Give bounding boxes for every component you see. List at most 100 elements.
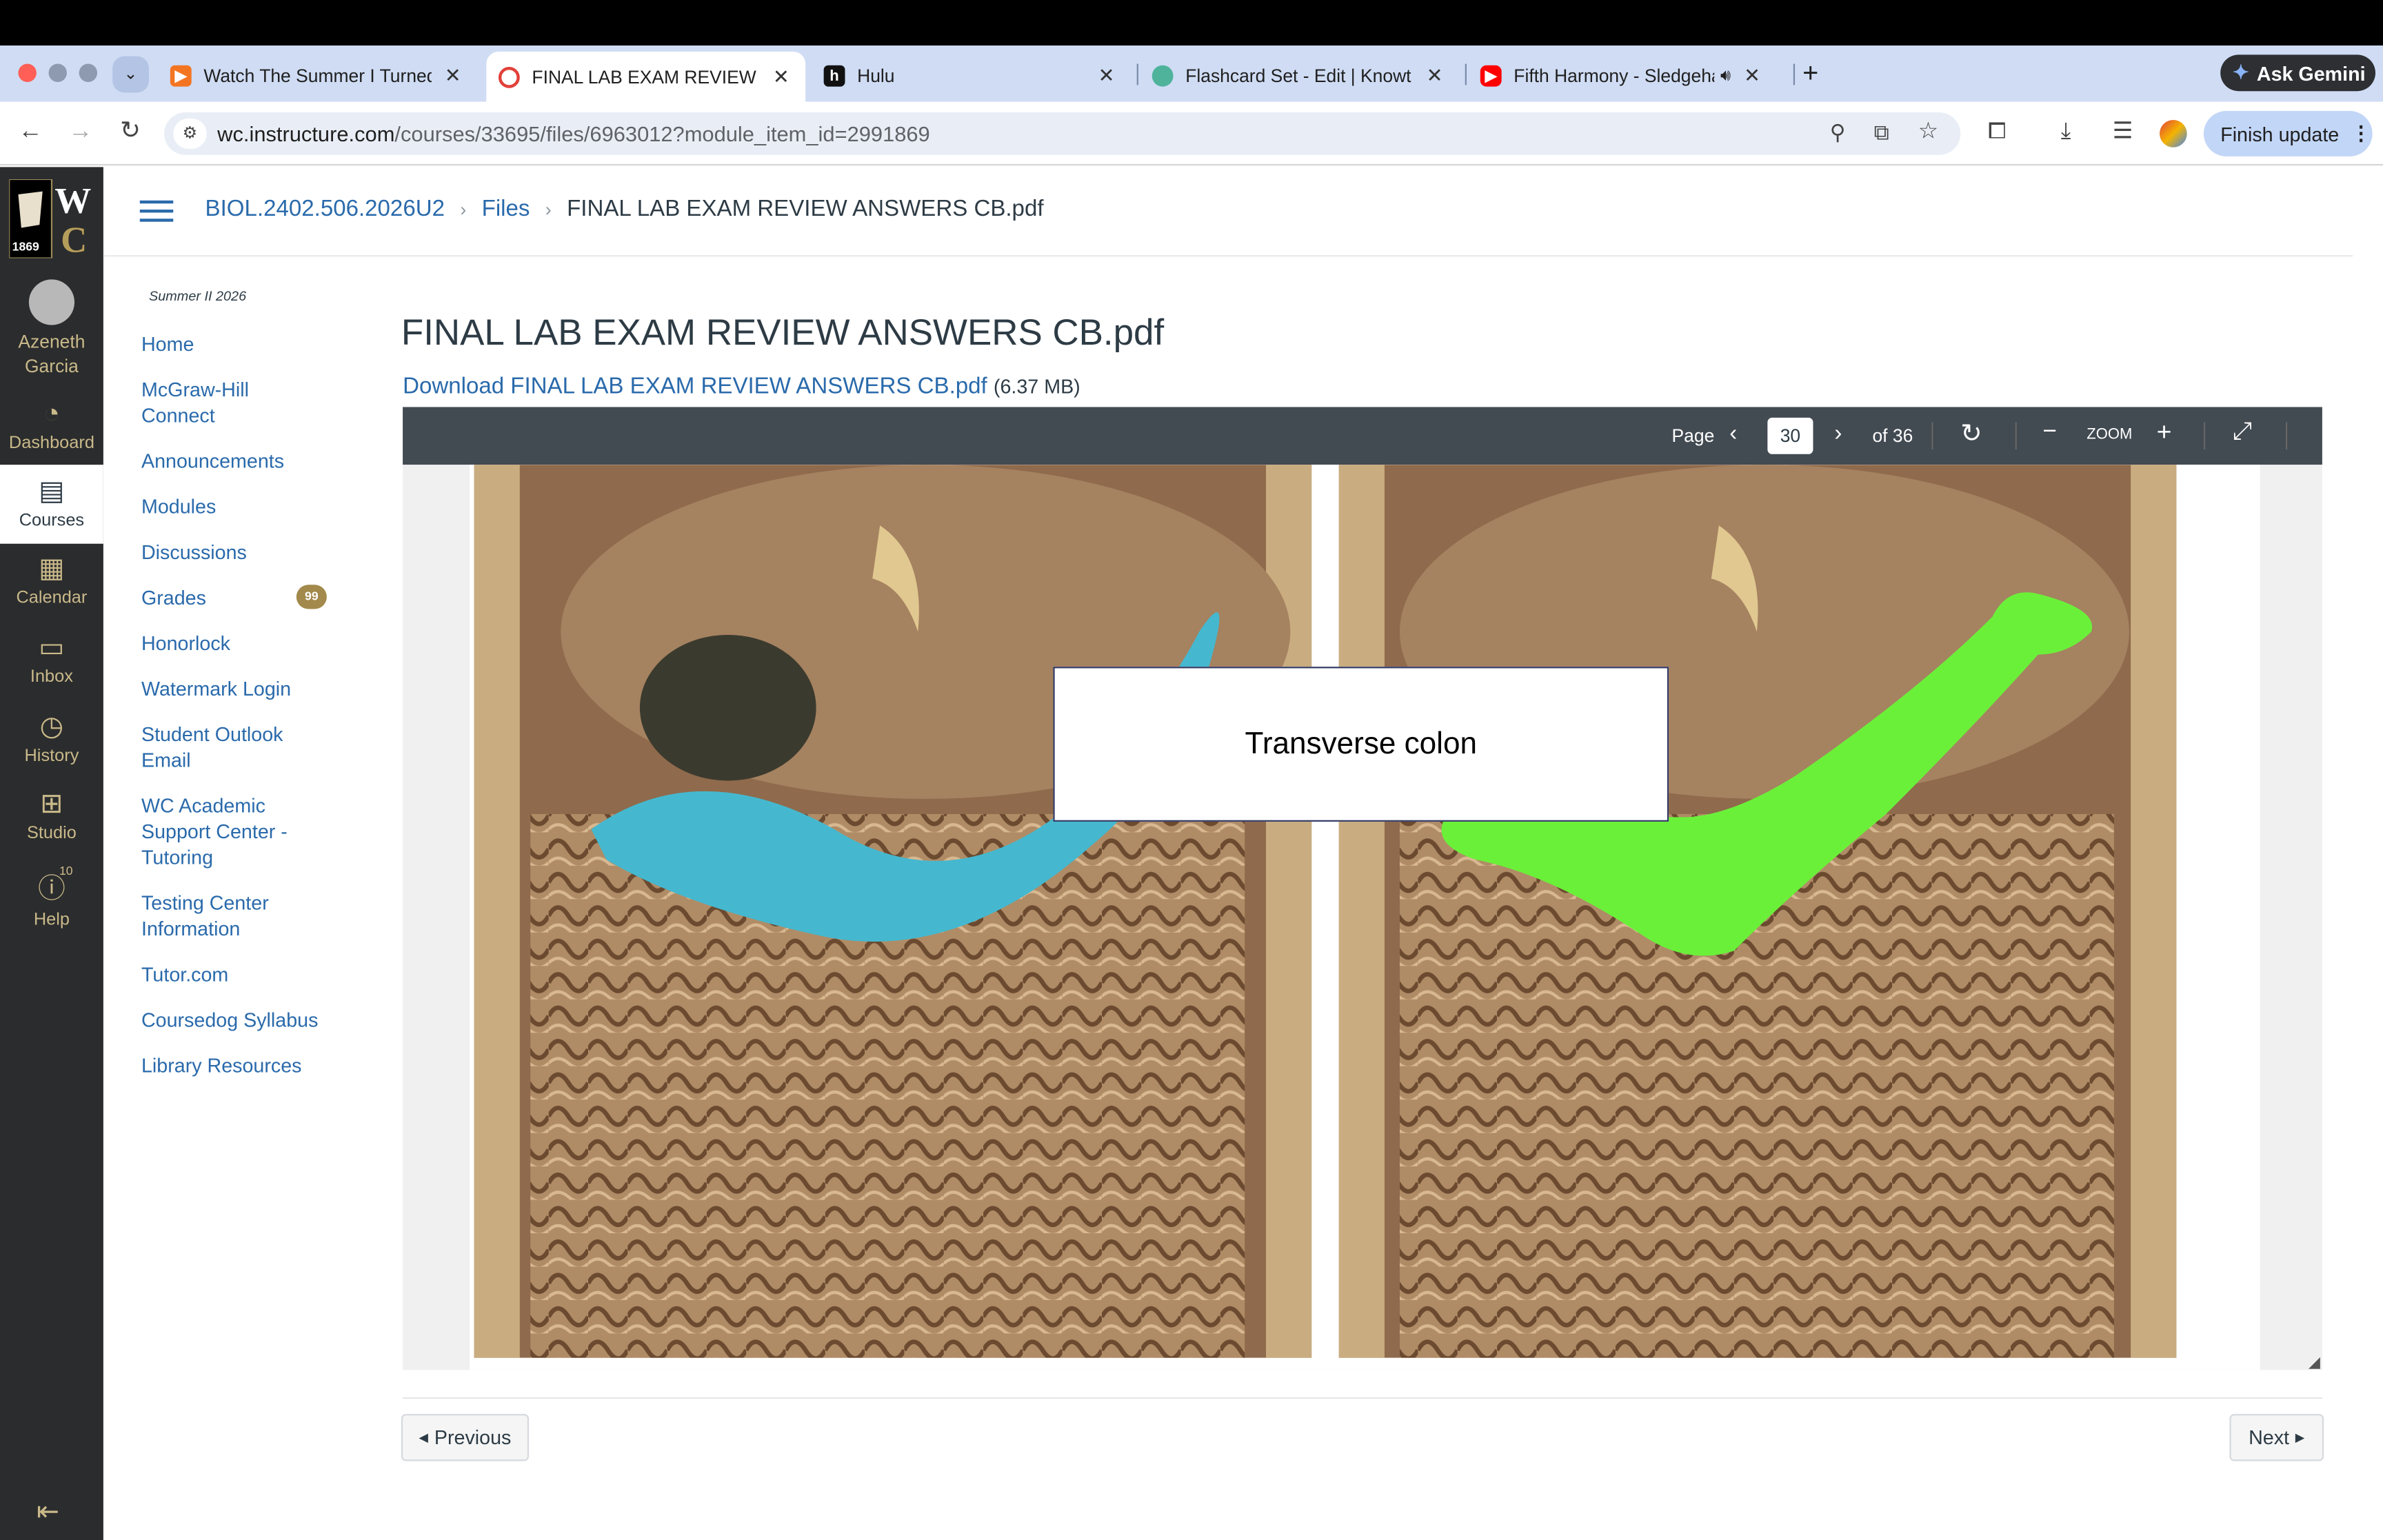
breadcrumb: BIOL.2402.506.2026U2 › Files › FINAL LAB… (205, 196, 1044, 221)
calendar-icon: ▦ (39, 552, 65, 584)
course-nav-student-outlook[interactable]: Student Outlook Email (141, 722, 293, 773)
zoom-icon[interactable]: ⚲ (1830, 121, 1846, 143)
help-nav-item[interactable]: ⓘ Help 10 (0, 864, 103, 930)
previous-button[interactable]: ◀ Previous (401, 1414, 530, 1461)
downloads-icon[interactable]: ⤓ (2061, 120, 2071, 143)
toolbar-divider (2285, 422, 2288, 450)
header-divider (103, 255, 2353, 257)
screen: ⌄ ▶ Watch The Summer I Turned Pretty ✕ F… (0, 0, 2383, 1540)
rotate-button[interactable]: ↻ (1960, 419, 1982, 449)
dashboard-nav-item[interactable]: ◔ Dashboard (0, 398, 103, 452)
pdf-viewer-toolbar: Page ‹ › of 36 ↻ − ZOOM + ⤢ (403, 407, 2322, 465)
college-logo[interactable]: W C 1869 (8, 178, 94, 261)
page-title: FINAL LAB EXAM REVIEW ANSWERS CB.pdf (401, 312, 1165, 354)
tab-youtube[interactable]: ▶ Fifth Harmony - Sledgehammer 🔊︎ ✕ (1474, 54, 1784, 97)
youtube-icon: ▶ (1480, 65, 1502, 87)
close-tab-icon[interactable]: ✕ (1740, 64, 1764, 88)
history-nav-item[interactable]: ◷ History (0, 711, 103, 765)
slide-label-text: Transverse colon (1245, 727, 1478, 760)
next-page-button[interactable]: › (1834, 421, 1842, 446)
course-nav-watermark-login[interactable]: Watermark Login (141, 676, 291, 701)
zoom-out-button[interactable]: − (2042, 419, 2057, 447)
minimize-window-button[interactable] (48, 63, 67, 82)
zoom-in-button[interactable]: + (2157, 418, 2172, 448)
chevron-right-icon: › (460, 199, 467, 221)
new-tab-button[interactable]: + (1802, 58, 1818, 90)
hulu-icon: h (823, 65, 845, 87)
course-nav-announcements[interactable]: Announcements (141, 448, 284, 474)
course-nav-discussions[interactable]: Discussions (141, 539, 247, 565)
term-label: Summer II 2026 (149, 288, 247, 304)
calendar-nav-item[interactable]: ▦ Calendar (0, 553, 103, 607)
studio-nav-item[interactable]: ⊞ Studio (0, 788, 103, 842)
course-nav-testing-center[interactable]: Testing Center Information (141, 890, 278, 942)
reading-list-icon[interactable]: ☰ (2113, 120, 2133, 143)
tab-knowt[interactable]: Flashcard Set - Edit | Knowt ✕ (1146, 54, 1456, 97)
extensions-icon[interactable]: ⧠ (1988, 120, 2006, 143)
arrow-left-icon: ← (18, 118, 43, 145)
course-nav-home[interactable]: Home (141, 331, 194, 356)
pdf-page: Transverse colon (470, 465, 2260, 1370)
course-nav-honorlock[interactable]: Honorlock (141, 630, 230, 656)
maximize-window-button[interactable] (79, 63, 98, 82)
forward-button[interactable]: → (68, 118, 93, 145)
course-nav-grades[interactable]: Grades (141, 585, 206, 610)
course-nav-tutor[interactable]: Tutor.com (141, 962, 228, 987)
ask-gemini-button[interactable]: ✦ Ask Gemini (2220, 54, 2376, 92)
page-number-input[interactable] (1767, 417, 1813, 454)
course-nav-library[interactable]: Library Resources (141, 1053, 302, 1078)
tab-hulu[interactable]: h Hulu ✕ (818, 54, 1128, 97)
breadcrumb-course[interactable]: BIOL.2402.506.2026U2 (205, 196, 445, 221)
install-app-icon[interactable]: ⧉ (1874, 121, 1889, 143)
courses-nav-item[interactable]: ▤ Courses (0, 465, 103, 544)
breadcrumb-current: FINAL LAB EXAM REVIEW ANSWERS CB.pdf (567, 196, 1044, 222)
right-dissection-image (1338, 465, 2177, 1358)
course-nav-mcgraw-hill[interactable]: McGraw-Hill Connect (141, 376, 278, 428)
tab-separator (1136, 63, 1138, 85)
finish-update-button[interactable]: Finish update ⋮ (2203, 110, 2373, 156)
course-nav-modules[interactable]: Modules (141, 494, 216, 519)
close-tab-icon[interactable]: ✕ (1422, 64, 1447, 88)
close-tab-icon[interactable]: ✕ (1094, 64, 1118, 88)
back-button[interactable]: ← (18, 118, 43, 145)
prev-page-button[interactable]: ‹ (1729, 421, 1737, 446)
anatomy-images (474, 465, 2177, 1358)
file-size: (6.37 MB) (993, 375, 1080, 398)
hamburger-menu-button[interactable] (139, 197, 174, 225)
fullscreen-button[interactable]: ⤢ (2233, 419, 2252, 447)
plus-icon: + (2156, 417, 2172, 447)
resize-handle-icon[interactable]: ◢ (2309, 1355, 2320, 1371)
expand-icon: ⤢ (2232, 419, 2253, 445)
reload-button[interactable]: ↻ (120, 119, 141, 144)
knowt-icon (1152, 65, 1174, 87)
tab-separator (1465, 63, 1467, 85)
course-nav-coursedog[interactable]: Coursedog Syllabus (141, 1007, 318, 1033)
profile-avatar[interactable] (2160, 120, 2187, 148)
tab-crunchyroll[interactable]: ▶ Watch The Summer I Turned Pretty ✕ (164, 54, 474, 97)
zoom-label: ZOOM (2087, 427, 2133, 444)
tab-canvas-active[interactable]: FINAL LAB EXAM REVIEW ANSWERS ✕ (486, 51, 806, 102)
breadcrumb-files[interactable]: Files (482, 196, 530, 221)
arrow-right-icon: → (68, 118, 93, 145)
speaker-icon[interactable]: 🔊︎ (1720, 66, 1731, 86)
url-text[interactable]: wc.instructure.com/courses/33695/files/6… (217, 121, 930, 145)
close-tab-icon[interactable]: ✕ (441, 64, 465, 88)
toolbar-divider (2015, 422, 2017, 450)
close-tab-icon[interactable]: ✕ (769, 65, 793, 89)
chevron-left-icon: ‹ (1729, 421, 1738, 447)
site-info-icon[interactable]: ⚙ (173, 118, 207, 149)
download-link[interactable]: Download FINAL LAB EXAM REVIEW ANSWERS C… (403, 374, 1080, 399)
hamburger-icon (139, 200, 174, 204)
inbox-nav-item[interactable]: ▭ Inbox (0, 632, 103, 687)
bookmark-star-icon[interactable]: ☆ (1918, 120, 1939, 143)
chevron-down-icon: ⌄ (123, 65, 138, 84)
courses-icon: ▤ (39, 475, 65, 506)
close-window-button[interactable] (18, 63, 37, 82)
account-nav-item[interactable]: Azeneth Garcia (0, 279, 103, 378)
top-black-bar (0, 0, 2383, 46)
collapse-nav-icon[interactable]: ⇤ (37, 1496, 59, 1528)
course-nav-academic-support[interactable]: WC Academic Support Center - Tutoring (141, 793, 301, 870)
toolbar-divider (1931, 422, 1933, 450)
tab-search-button[interactable]: ⌄ (112, 56, 150, 93)
next-button[interactable]: Next ▶ (2229, 1414, 2324, 1461)
